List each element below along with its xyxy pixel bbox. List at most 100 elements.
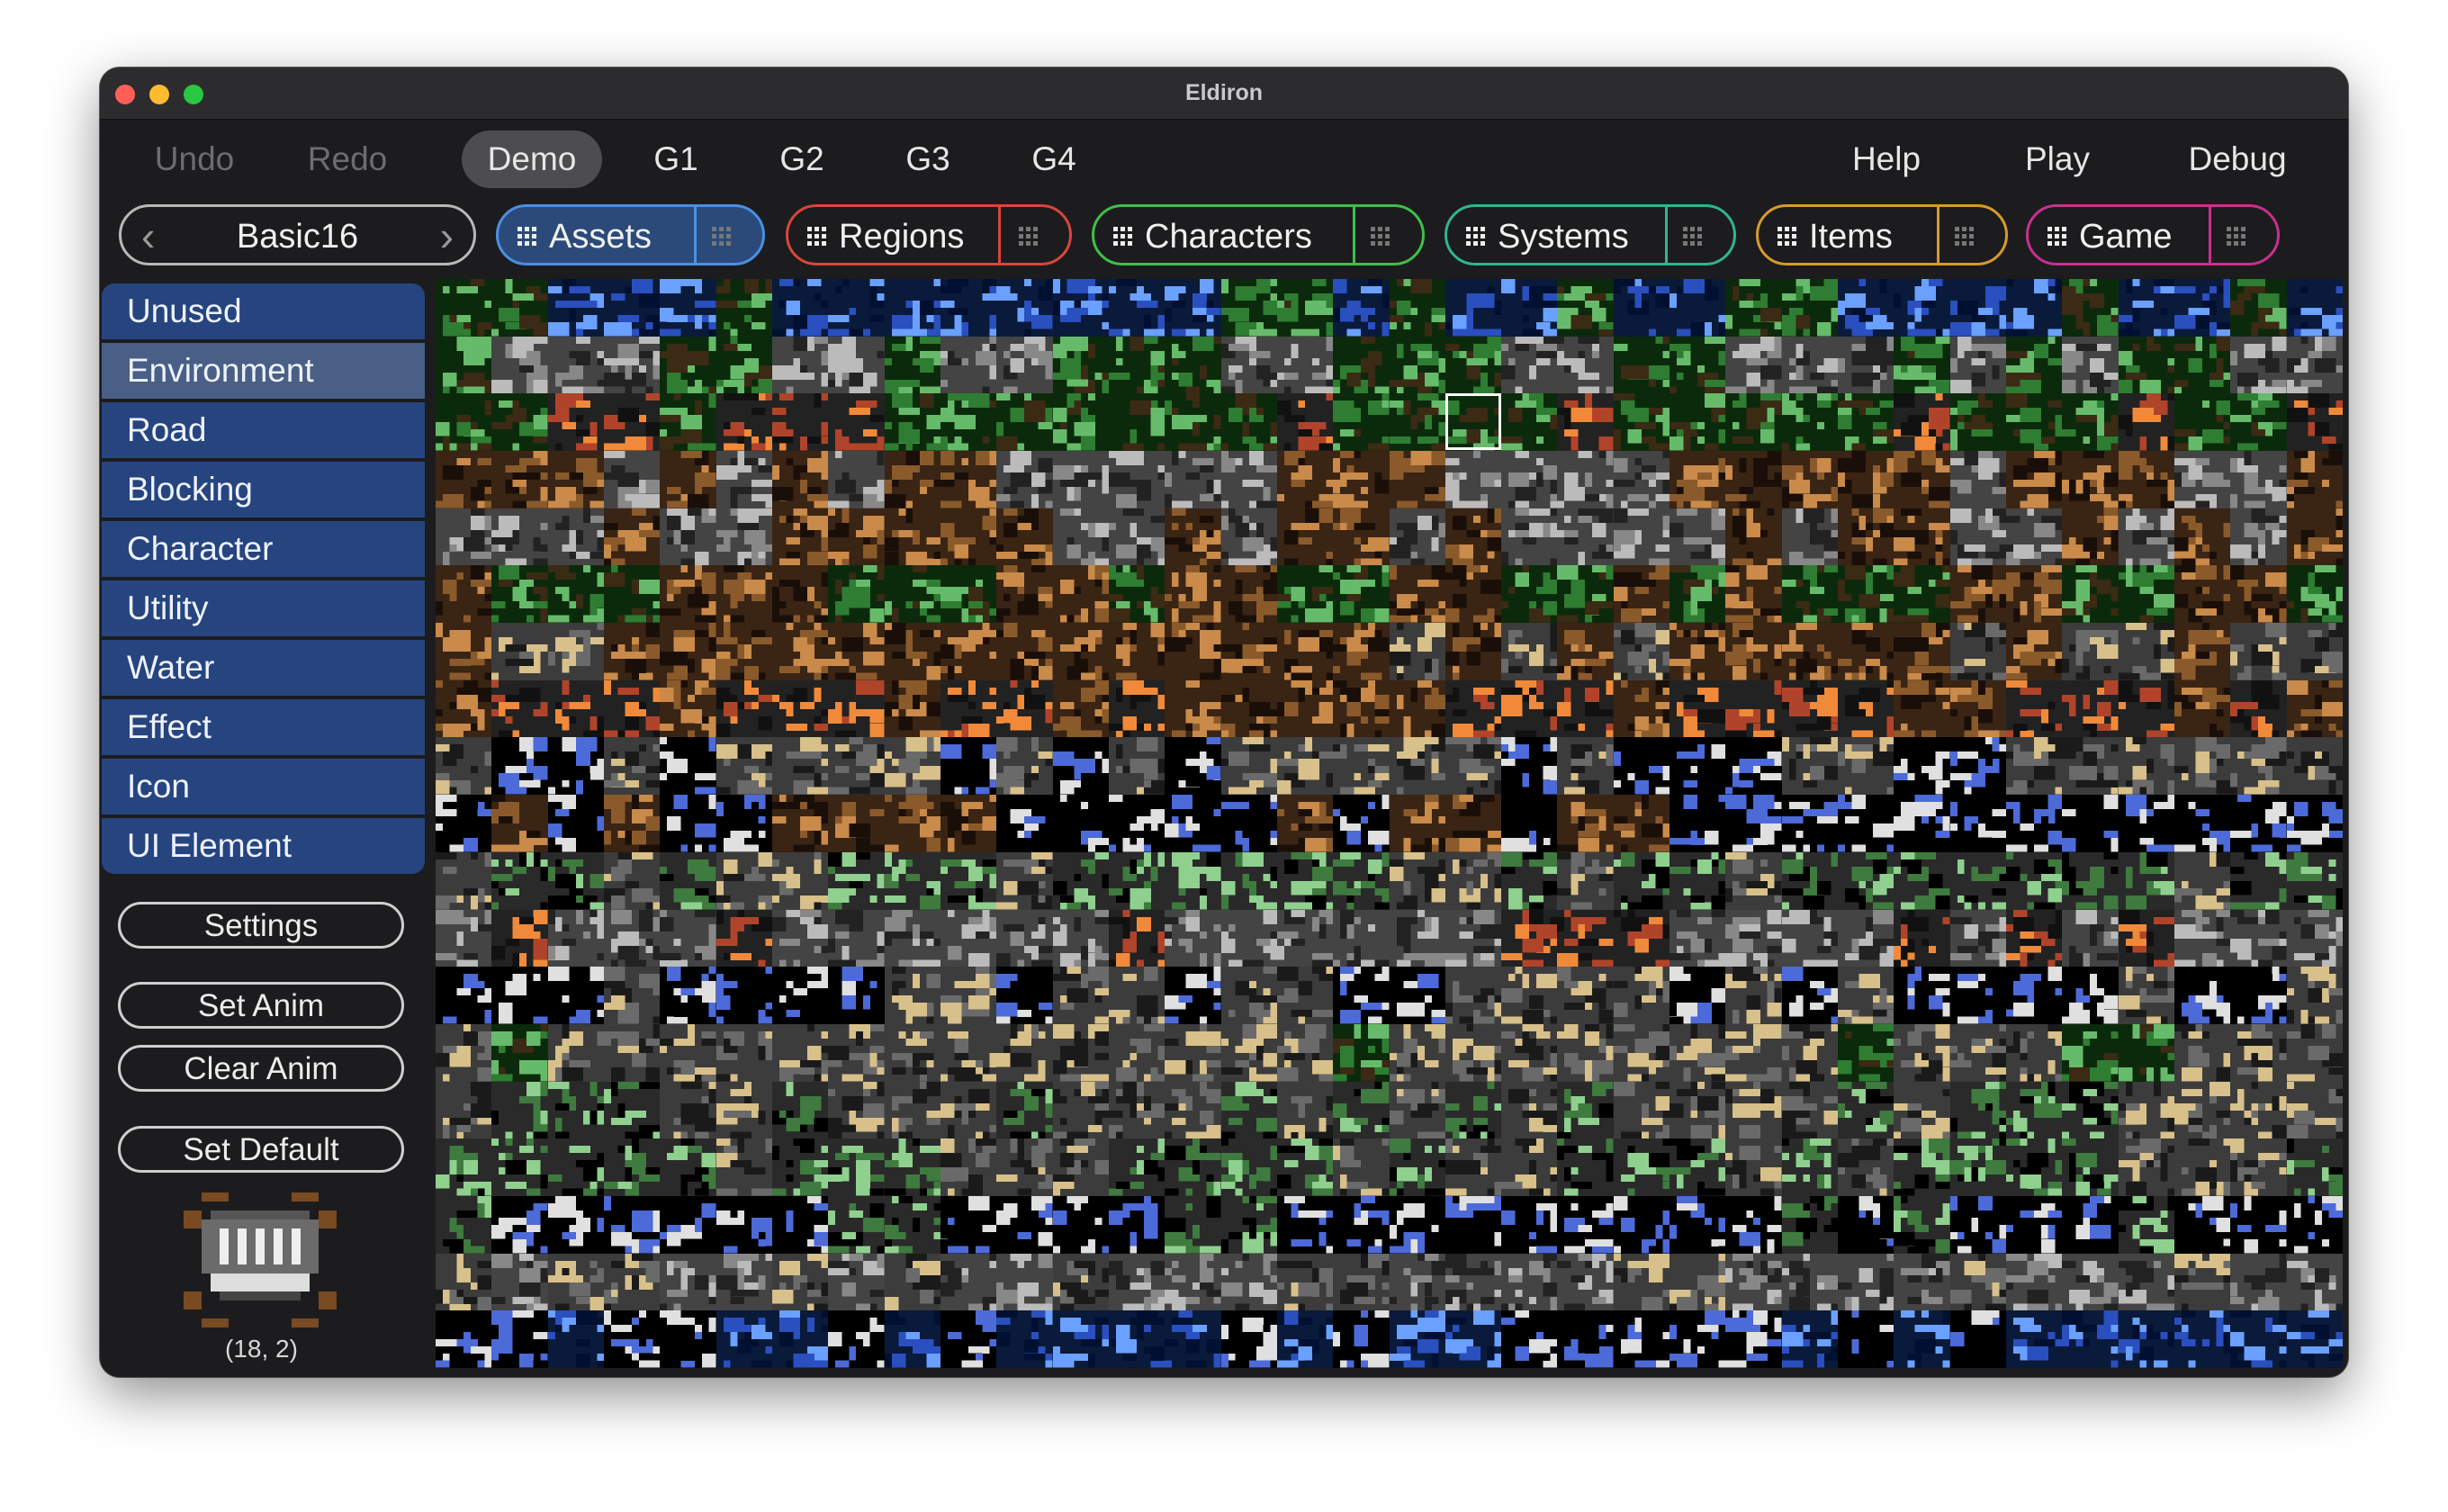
tile[interactable] [2119, 1254, 2175, 1311]
tile[interactable] [2287, 1310, 2343, 1368]
tile[interactable] [996, 852, 1053, 910]
tile[interactable] [1894, 910, 1950, 968]
tile[interactable] [1445, 451, 1502, 508]
tile[interactable] [772, 565, 829, 623]
tile[interactable] [772, 967, 829, 1024]
tile[interactable] [1390, 565, 1446, 623]
tile[interactable] [1894, 1024, 1950, 1082]
tile[interactable] [1109, 910, 1166, 968]
tile[interactable] [1950, 680, 2007, 738]
grid-menu-icon[interactable] [712, 227, 732, 247]
tile[interactable] [2119, 795, 2175, 852]
tile[interactable] [1557, 795, 1614, 852]
grid-menu-icon[interactable] [1955, 227, 1975, 247]
tile[interactable] [1501, 680, 1558, 738]
tile[interactable] [2287, 737, 2343, 795]
tile[interactable] [1501, 337, 1558, 394]
tile[interactable] [1333, 1138, 1390, 1196]
tile[interactable] [1277, 508, 1334, 566]
tile[interactable] [2230, 967, 2287, 1024]
tile[interactable] [996, 393, 1053, 451]
undo-button[interactable]: Undo [127, 130, 262, 188]
tile[interactable] [2062, 393, 2119, 451]
tile[interactable] [996, 1024, 1053, 1082]
tile[interactable] [1950, 451, 2007, 508]
tile[interactable] [1782, 852, 1839, 910]
tile[interactable] [2287, 508, 2343, 566]
section-assets[interactable]: Assets [496, 204, 765, 266]
tile[interactable] [2119, 852, 2175, 910]
tile[interactable] [491, 1196, 548, 1254]
tile[interactable] [1221, 565, 1278, 623]
tile[interactable] [1950, 910, 2007, 968]
tile[interactable] [436, 1024, 492, 1082]
tile[interactable] [491, 623, 548, 680]
section-regions[interactable]: Regions [786, 204, 1072, 266]
tile[interactable] [1277, 1310, 1334, 1368]
tile[interactable] [940, 967, 997, 1024]
tile[interactable] [1390, 852, 1446, 910]
tile[interactable] [1614, 451, 1670, 508]
tile[interactable] [660, 795, 716, 852]
tile[interactable] [772, 737, 829, 795]
tile[interactable] [1894, 1310, 1950, 1368]
tile[interactable] [1725, 337, 1782, 394]
tile[interactable] [1614, 279, 1670, 337]
tile[interactable] [1670, 910, 1726, 968]
tile[interactable] [2119, 508, 2175, 566]
category-character[interactable]: Character [102, 521, 425, 580]
tile[interactable] [1782, 451, 1839, 508]
tile[interactable] [1501, 1024, 1558, 1082]
section-characters[interactable]: Characters [1092, 204, 1425, 266]
tile[interactable] [548, 910, 605, 968]
tile[interactable] [604, 795, 661, 852]
tile[interactable] [660, 1310, 716, 1368]
category-ui-element[interactable]: UI Element [102, 818, 425, 874]
tile[interactable] [2174, 623, 2231, 680]
tile[interactable] [1950, 565, 2007, 623]
tile[interactable] [1838, 1310, 1894, 1368]
tile[interactable] [1838, 910, 1894, 968]
tile[interactable] [1277, 393, 1334, 451]
tile[interactable] [716, 910, 773, 968]
tile[interactable] [772, 1196, 829, 1254]
tile[interactable] [2287, 279, 2343, 337]
tile[interactable] [1221, 852, 1278, 910]
tile[interactable] [716, 1310, 773, 1368]
category-blocking[interactable]: Blocking [102, 462, 425, 521]
tile[interactable] [828, 795, 885, 852]
tile[interactable] [1333, 451, 1390, 508]
tile[interactable] [1725, 565, 1782, 623]
tile[interactable] [716, 680, 773, 738]
tile[interactable] [940, 737, 997, 795]
tile[interactable] [2006, 337, 2063, 394]
tile[interactable] [604, 1024, 661, 1082]
tile[interactable] [996, 451, 1053, 508]
tile[interactable] [491, 852, 548, 910]
tile[interactable] [2174, 737, 2231, 795]
tile[interactable] [604, 967, 661, 1024]
tile[interactable] [1445, 337, 1502, 394]
tile[interactable] [1165, 795, 1221, 852]
tile[interactable] [2174, 1024, 2231, 1082]
tile[interactable] [2174, 393, 2231, 451]
tile[interactable] [996, 1310, 1053, 1368]
tile[interactable] [2062, 1310, 2119, 1368]
tile[interactable] [436, 795, 492, 852]
tile[interactable] [660, 967, 716, 1024]
tab-g3[interactable]: G3 [883, 130, 973, 188]
tile[interactable] [548, 852, 605, 910]
tile[interactable] [2174, 565, 2231, 623]
tile[interactable] [2119, 1310, 2175, 1368]
tile[interactable] [604, 508, 661, 566]
tile[interactable] [1221, 737, 1278, 795]
tile[interactable] [604, 337, 661, 394]
tile[interactable] [716, 737, 773, 795]
tile[interactable] [1838, 795, 1894, 852]
tile[interactable] [885, 623, 941, 680]
grid-menu-icon[interactable] [1019, 227, 1039, 247]
tile[interactable] [1221, 910, 1278, 968]
tile[interactable] [1614, 337, 1670, 394]
tile[interactable] [2119, 910, 2175, 968]
tile[interactable] [548, 623, 605, 680]
